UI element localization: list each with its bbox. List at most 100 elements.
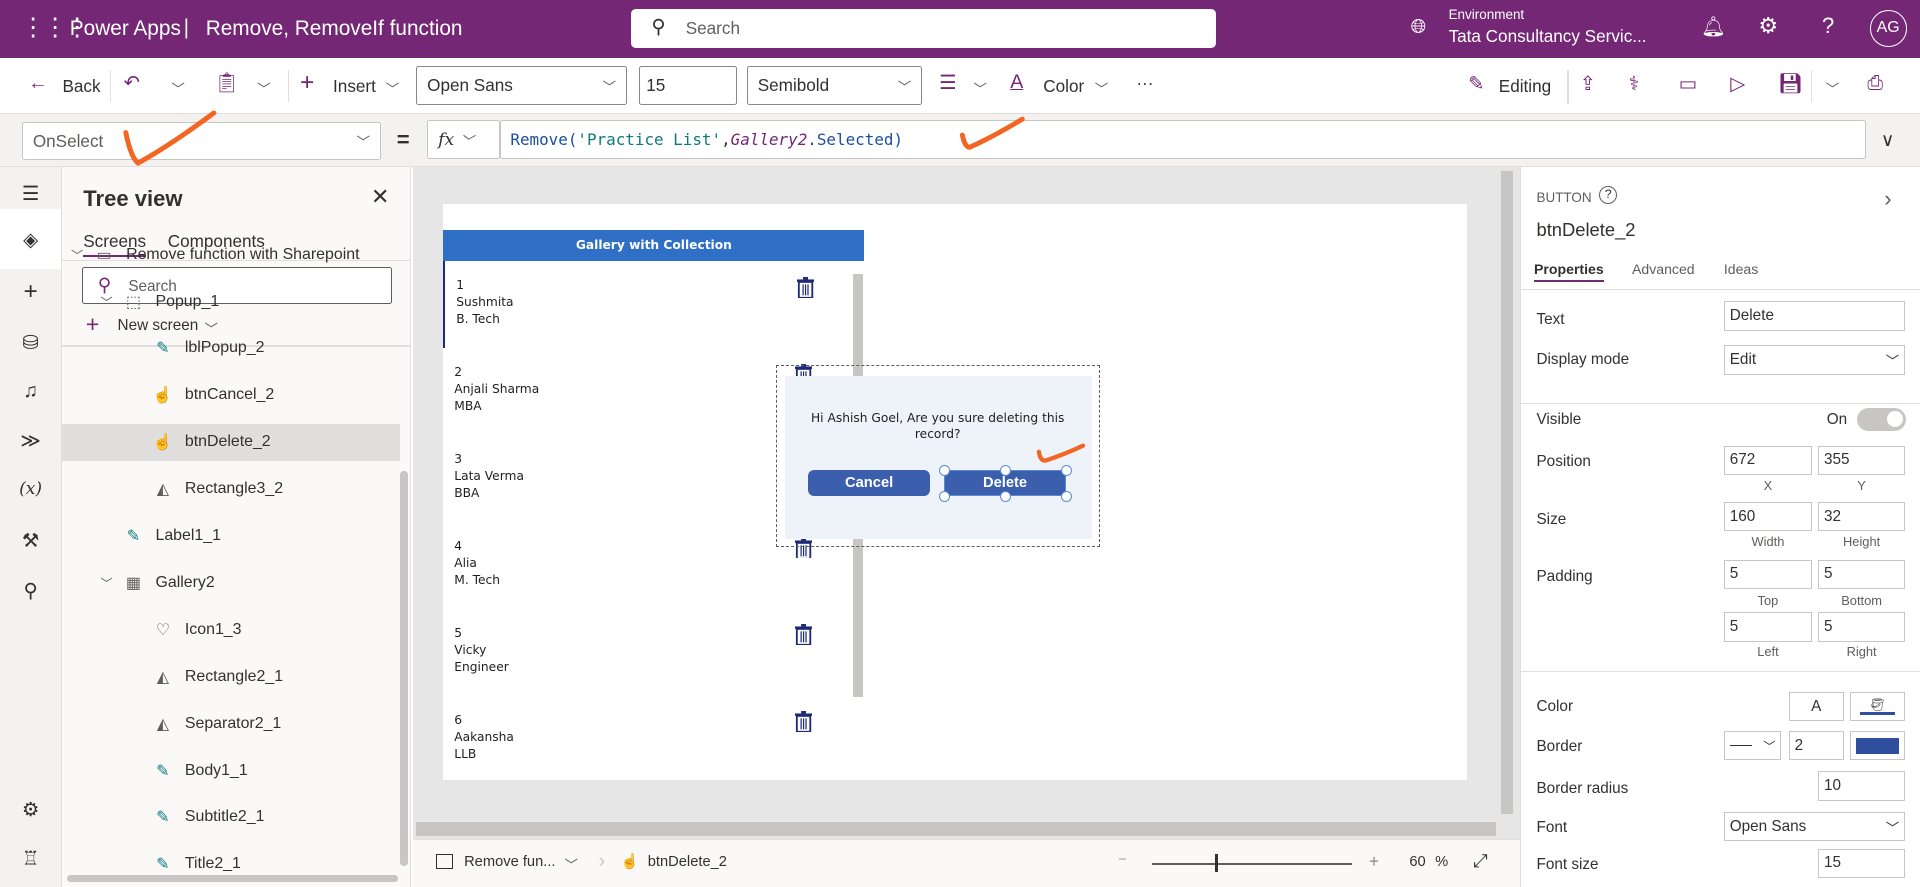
control-name[interactable]: btnDelete_2 (1536, 219, 1635, 241)
font-size-input[interactable]: 15 (1818, 848, 1906, 878)
chevron-down-icon[interactable]: ﹀ (564, 854, 577, 874)
color-button[interactable]: Color (1043, 76, 1084, 97)
tree-item[interactable]: ﹀ ▭ Remove function with Sharepoint (62, 242, 400, 266)
popup-group-selection[interactable]: Hi Ashish Goel, Are you sure deleting th… (776, 364, 1100, 548)
share-icon[interactable]: ⇪ (1580, 72, 1596, 96)
media-icon[interactable]: ♫ (0, 380, 61, 403)
display-mode-select[interactable]: Edit ﹀ (1723, 345, 1906, 375)
height-input[interactable]: 32 (1818, 502, 1906, 532)
settings-gear-icon[interactable]: ⚙ (0, 798, 61, 822)
text-input[interactable]: Delete (1723, 301, 1906, 331)
padding-bottom-input[interactable]: 5 (1818, 559, 1906, 589)
gallery-item[interactable]: 5 Vicky Engineer (443, 609, 864, 696)
cancel-button[interactable]: Cancel (807, 469, 931, 496)
expand-formula-chevron-icon[interactable]: ∨ (1881, 129, 1894, 151)
border-color-picker[interactable] (1849, 731, 1906, 761)
chevron-down-icon[interactable]: ﹀ (973, 78, 986, 98)
tab-properties[interactable]: Properties (1534, 261, 1604, 283)
gallery-item[interactable]: 6 Aakansha LLB (443, 695, 864, 780)
back-button[interactable]: Back (62, 76, 100, 97)
avatar[interactable]: AG (1869, 9, 1907, 47)
chevron-down-icon[interactable]: ﹀ (257, 78, 270, 98)
chevron-down-icon[interactable]: ﹀ (100, 574, 112, 592)
chevron-down-icon[interactable]: ﹀ (100, 293, 112, 311)
tree-item[interactable]: ✎ Label1_1 (62, 524, 400, 548)
chevron-down-icon[interactable]: ﹀ (71, 246, 83, 264)
resize-handle[interactable] (938, 465, 950, 477)
text-color-picker[interactable]: A (1788, 691, 1844, 722)
control-breadcrumb[interactable]: btnDelete_2 (648, 854, 727, 870)
advanced-tools-icon[interactable]: ⚒ (0, 529, 61, 553)
trash-icon[interactable] (794, 624, 812, 646)
help-icon[interactable]: ? (1822, 13, 1834, 39)
trash-icon[interactable] (796, 276, 814, 298)
zoom-in-button[interactable]: + (1369, 851, 1379, 872)
zoom-slider[interactable] (1152, 863, 1352, 866)
trash-icon[interactable] (794, 711, 812, 733)
save-icon[interactable]: 💾︎ (1778, 72, 1803, 96)
border-style-select[interactable]: ﹀ (1723, 731, 1782, 761)
padding-top-input[interactable]: 5 (1723, 559, 1812, 589)
tree-horizontal-scrollbar[interactable] (67, 875, 398, 882)
fx-button[interactable]: fx ﹀ (427, 119, 500, 160)
tree-item[interactable]: ♡ Icon1_3 (62, 618, 400, 642)
visible-toggle[interactable] (1857, 407, 1907, 431)
zoom-out-button[interactable]: − (1118, 852, 1127, 868)
canvas-horizontal-scrollbar[interactable] (416, 821, 1497, 837)
font-color-icon[interactable]: A (1010, 71, 1023, 94)
resize-handle[interactable] (1000, 490, 1012, 502)
padding-left-input[interactable]: 5 (1723, 612, 1812, 642)
zoom-slider-thumb[interactable] (1214, 854, 1219, 872)
power-automate-icon[interactable]: ≫ (0, 429, 61, 453)
play-icon[interactable]: ▷ (1730, 72, 1745, 96)
tree-view-layers-icon[interactable]: ◈ (0, 209, 62, 270)
comment-icon[interactable]: ▭ (1679, 72, 1698, 96)
screen-breadcrumb[interactable]: Remove fun... (464, 854, 555, 870)
editing-button[interactable]: Editing (1499, 76, 1551, 97)
environment-picker[interactable]: Tata Consultancy Servic... (1449, 26, 1647, 47)
tree-item[interactable]: ◭ Rectangle3_2 (62, 477, 400, 501)
help-icon[interactable]: ? (1598, 186, 1618, 205)
canvas-vertical-scrollbar[interactable] (1501, 171, 1514, 815)
font-size-input[interactable]: 15 (639, 66, 738, 106)
font-select[interactable]: Open Sans ﹀ (1723, 811, 1906, 842)
font-select[interactable]: Open Sans ﹀ (416, 66, 627, 106)
bell-icon[interactable]: 🔔︎ (1701, 15, 1726, 39)
border-radius-input[interactable]: 10 (1818, 771, 1906, 801)
chevron-right-icon[interactable]: › (1884, 186, 1891, 212)
chevron-down-icon[interactable]: ﹀ (171, 78, 184, 98)
tree-item[interactable]: ﹀ ▦ Gallery2 (62, 571, 400, 595)
variables-icon[interactable]: (x) (0, 479, 61, 499)
border-width-input[interactable]: 2 (1788, 731, 1844, 761)
close-icon[interactable]: ✕ (371, 184, 389, 210)
gallery-item[interactable]: 1 Sushmita B. Tech (443, 260, 864, 348)
formula-input[interactable]: Remove('Practice List', Gallery2 .Selected… (499, 119, 1867, 160)
padding-right-input[interactable]: 5 (1818, 612, 1906, 642)
chevron-down-icon[interactable]: ﹀ (1095, 78, 1108, 98)
tree-item[interactable]: ✎ lblPopup_2 (62, 336, 400, 360)
tree-item[interactable]: ✎ Body1_1 (62, 758, 400, 782)
chevron-down-icon[interactable]: ﹀ (386, 78, 399, 98)
font-weight-select[interactable]: Semibold ﹀ (746, 66, 923, 106)
insert-plus-icon[interactable]: + (0, 278, 61, 306)
search-input[interactable]: ⚲ Search (630, 8, 1216, 48)
undo-icon[interactable]: ↶ (124, 71, 140, 95)
tab-ideas[interactable]: Ideas (1724, 261, 1758, 277)
search-icon[interactable]: ⚲ (0, 579, 61, 603)
hamburger-menu-icon[interactable]: ☰ (0, 182, 61, 206)
copilot-bot-icon[interactable]: ♖ (0, 847, 61, 871)
tree-item[interactable]: ☝ btnCancel_2 (62, 383, 400, 407)
gear-icon[interactable]: ⚙ (1758, 13, 1778, 39)
fit-to-window-icon[interactable]: ⤢ (1473, 850, 1488, 872)
position-x-input[interactable]: 672 (1723, 445, 1812, 476)
insert-button[interactable]: Insert (333, 76, 376, 97)
publish-icon[interactable]: ⎙ (1867, 72, 1883, 95)
tree-item[interactable]: ◭ Separator2_1 (62, 711, 400, 735)
chevron-down-icon[interactable]: ﹀ (1826, 78, 1839, 98)
data-cylinder-icon[interactable]: ⛁ (0, 331, 61, 355)
tree-item[interactable]: ✎ Subtitle2_1 (62, 805, 400, 829)
tree-item[interactable]: ﹀ ⬚ Popup_1 (62, 289, 400, 313)
app-checker-icon[interactable]: ⚕ (1629, 72, 1640, 96)
tree-item[interactable]: ☝ btnDelete_2 (62, 423, 401, 461)
resize-handle[interactable] (938, 490, 950, 502)
